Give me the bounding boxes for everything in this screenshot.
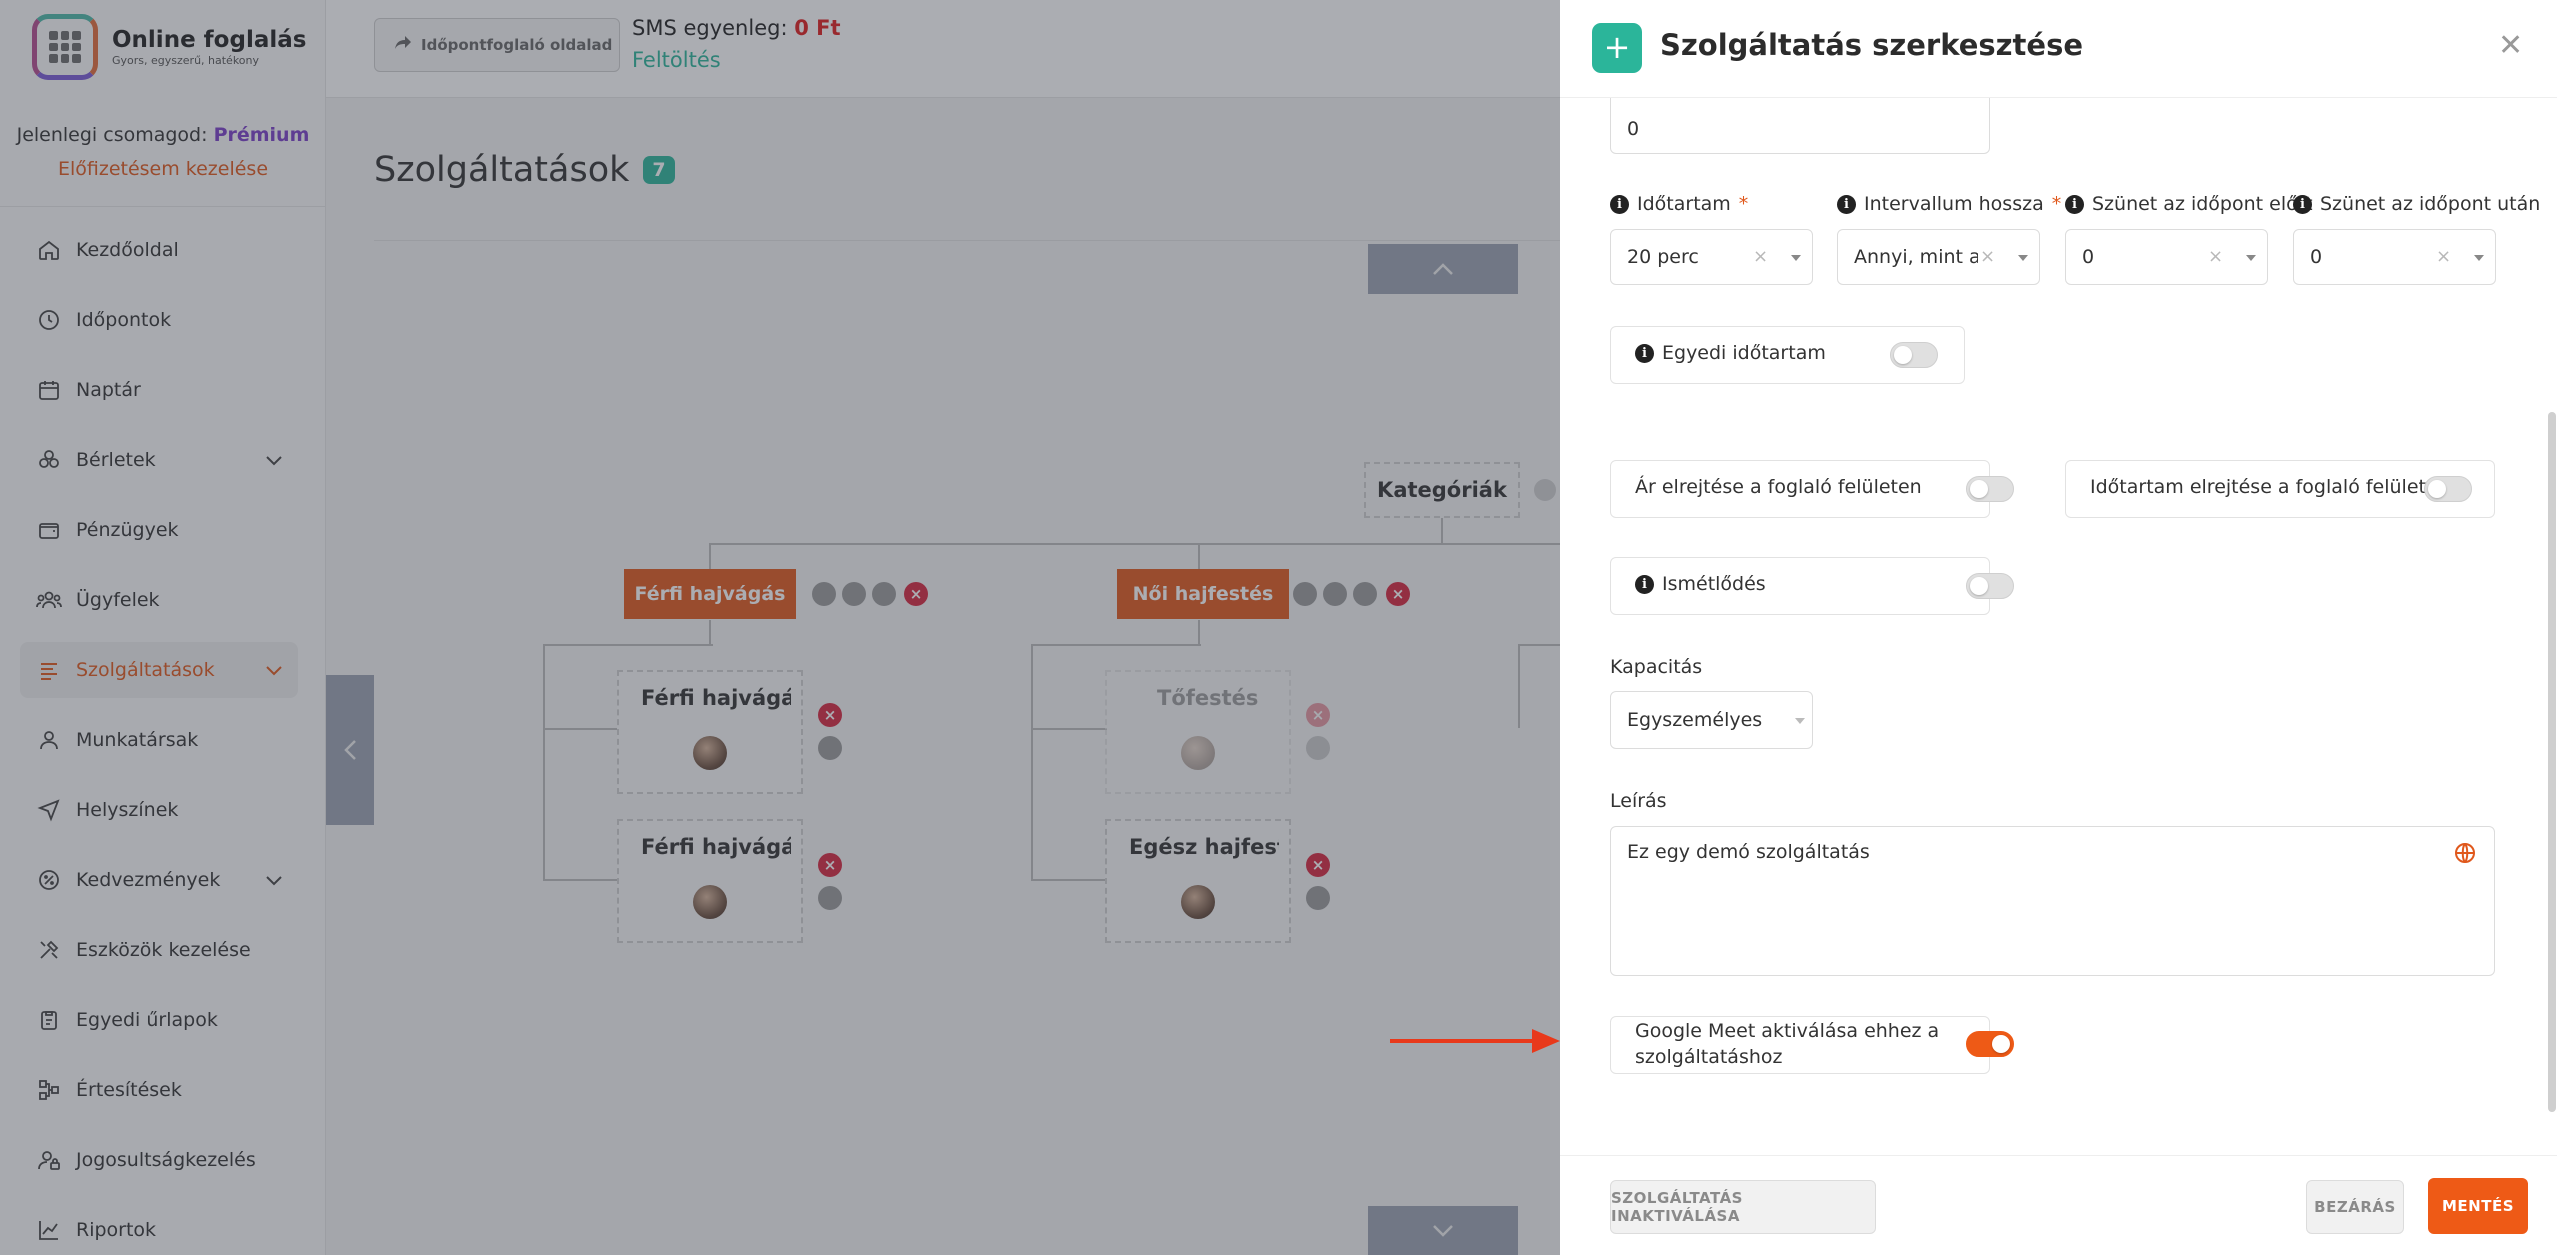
- price-input[interactable]: 0: [1610, 90, 1990, 154]
- google-meet-line2: szolgáltatáshoz: [1635, 1046, 1783, 1068]
- annotation-arrow-icon: [1390, 1029, 1560, 1053]
- duration-value: 20 perc: [1627, 246, 1699, 268]
- info-icon[interactable]: i: [2065, 194, 2084, 214]
- capacity-label: Kapacitás: [1610, 656, 1703, 678]
- capacity-value: Egyszemélyes: [1627, 709, 1763, 731]
- caret-down-icon: [2474, 255, 2484, 261]
- clear-icon[interactable]: ×: [1980, 246, 1995, 267]
- clear-icon[interactable]: ×: [1753, 246, 1768, 267]
- custom-duration-text: Egyedi időtartam: [1662, 342, 1826, 364]
- info-icon[interactable]: i: [1837, 194, 1856, 214]
- required-marker: *: [2051, 193, 2062, 215]
- clear-icon[interactable]: ×: [2208, 246, 2223, 267]
- price-value: 0: [1627, 118, 1640, 140]
- caret-down-icon: [1795, 718, 1805, 724]
- close-button[interactable]: BEZÁRÁS: [2306, 1180, 2404, 1234]
- panel-header: + Szolgáltatás szerkesztése ✕: [1560, 0, 2557, 98]
- interval-label: i Intervallum hossza *: [1837, 193, 2061, 215]
- interval-value: Annyi, mint a...: [1854, 246, 1978, 268]
- repeat-label: i Ismétlődés: [1635, 573, 1766, 595]
- duration-select[interactable]: 20 perc ×: [1610, 229, 1813, 285]
- google-meet-toggle[interactable]: [1966, 1031, 2014, 1057]
- break-after-label-text: Szünet az időpont után: [2320, 193, 2541, 215]
- info-icon[interactable]: i: [1610, 194, 1629, 214]
- interval-select[interactable]: Annyi, mint a... ×: [1837, 229, 2040, 285]
- required-marker: *: [1738, 193, 1749, 215]
- panel-title: Szolgáltatás szerkesztése: [1660, 28, 2084, 62]
- duration-label: i Időtartam *: [1610, 193, 1748, 215]
- edit-service-panel: 0 i Időtartam * 20 perc × i Intervallum hos…: [1560, 0, 2557, 1255]
- panel-scrollbar[interactable]: [2548, 412, 2556, 1112]
- panel-footer: SZOLGÁLTATÁS INAKTIVÁLÁSA BEZÁRÁS MENTÉS: [1560, 1155, 2557, 1255]
- clear-icon[interactable]: ×: [2436, 246, 2451, 267]
- description-textarea[interactable]: Ez egy demó szolgáltatás: [1610, 826, 2495, 976]
- duration-label-text: Időtartam: [1637, 193, 1731, 215]
- google-meet-label: Google Meet aktiválása ehhez a szolgálta…: [1635, 1018, 1939, 1070]
- break-before-label-text: Szünet az időpont előtt: [2092, 193, 2313, 215]
- plus-icon: +: [1592, 23, 1642, 73]
- interval-label-text: Intervallum hossza: [1864, 193, 2044, 215]
- capacity-select[interactable]: Egyszemélyes: [1610, 691, 1813, 749]
- close-icon[interactable]: ✕: [2498, 28, 2523, 63]
- caret-down-icon: [1791, 255, 1801, 261]
- hide-price-label: Ár elrejtése a foglaló felületen: [1635, 476, 1922, 498]
- break-after-select[interactable]: 0 ×: [2293, 229, 2496, 285]
- caret-down-icon: [2246, 255, 2256, 261]
- info-icon[interactable]: i: [1635, 574, 1654, 594]
- info-icon[interactable]: i: [1635, 343, 1654, 363]
- hide-duration-toggle[interactable]: [2424, 476, 2472, 502]
- custom-duration-toggle[interactable]: [1890, 342, 1938, 368]
- break-after-value: 0: [2310, 246, 2323, 268]
- break-before-value: 0: [2082, 246, 2095, 268]
- break-after-label: i Szünet az időpont után: [2293, 193, 2540, 215]
- info-icon[interactable]: i: [2293, 194, 2312, 214]
- break-before-label: i Szünet az időpont előtt: [2065, 193, 2313, 215]
- repeat-text: Ismétlődés: [1662, 573, 1766, 595]
- repeat-toggle[interactable]: [1966, 573, 2014, 599]
- google-meet-line1: Google Meet aktiválása ehhez a: [1635, 1020, 1940, 1042]
- globe-icon[interactable]: [2454, 842, 2476, 868]
- save-button[interactable]: MENTÉS: [2428, 1178, 2528, 1234]
- break-before-select[interactable]: 0 ×: [2065, 229, 2268, 285]
- deactivate-service-button[interactable]: SZOLGÁLTATÁS INAKTIVÁLÁSA: [1610, 1180, 1876, 1234]
- custom-duration-label: i Egyedi időtartam: [1635, 342, 1826, 364]
- description-label: Leírás: [1610, 790, 1667, 812]
- caret-down-icon: [2018, 255, 2028, 261]
- hide-duration-label: Időtartam elrejtése a foglaló felületen: [2090, 476, 2450, 498]
- modal-backdrop[interactable]: [0, 0, 1560, 1255]
- hide-price-toggle[interactable]: [1966, 476, 2014, 502]
